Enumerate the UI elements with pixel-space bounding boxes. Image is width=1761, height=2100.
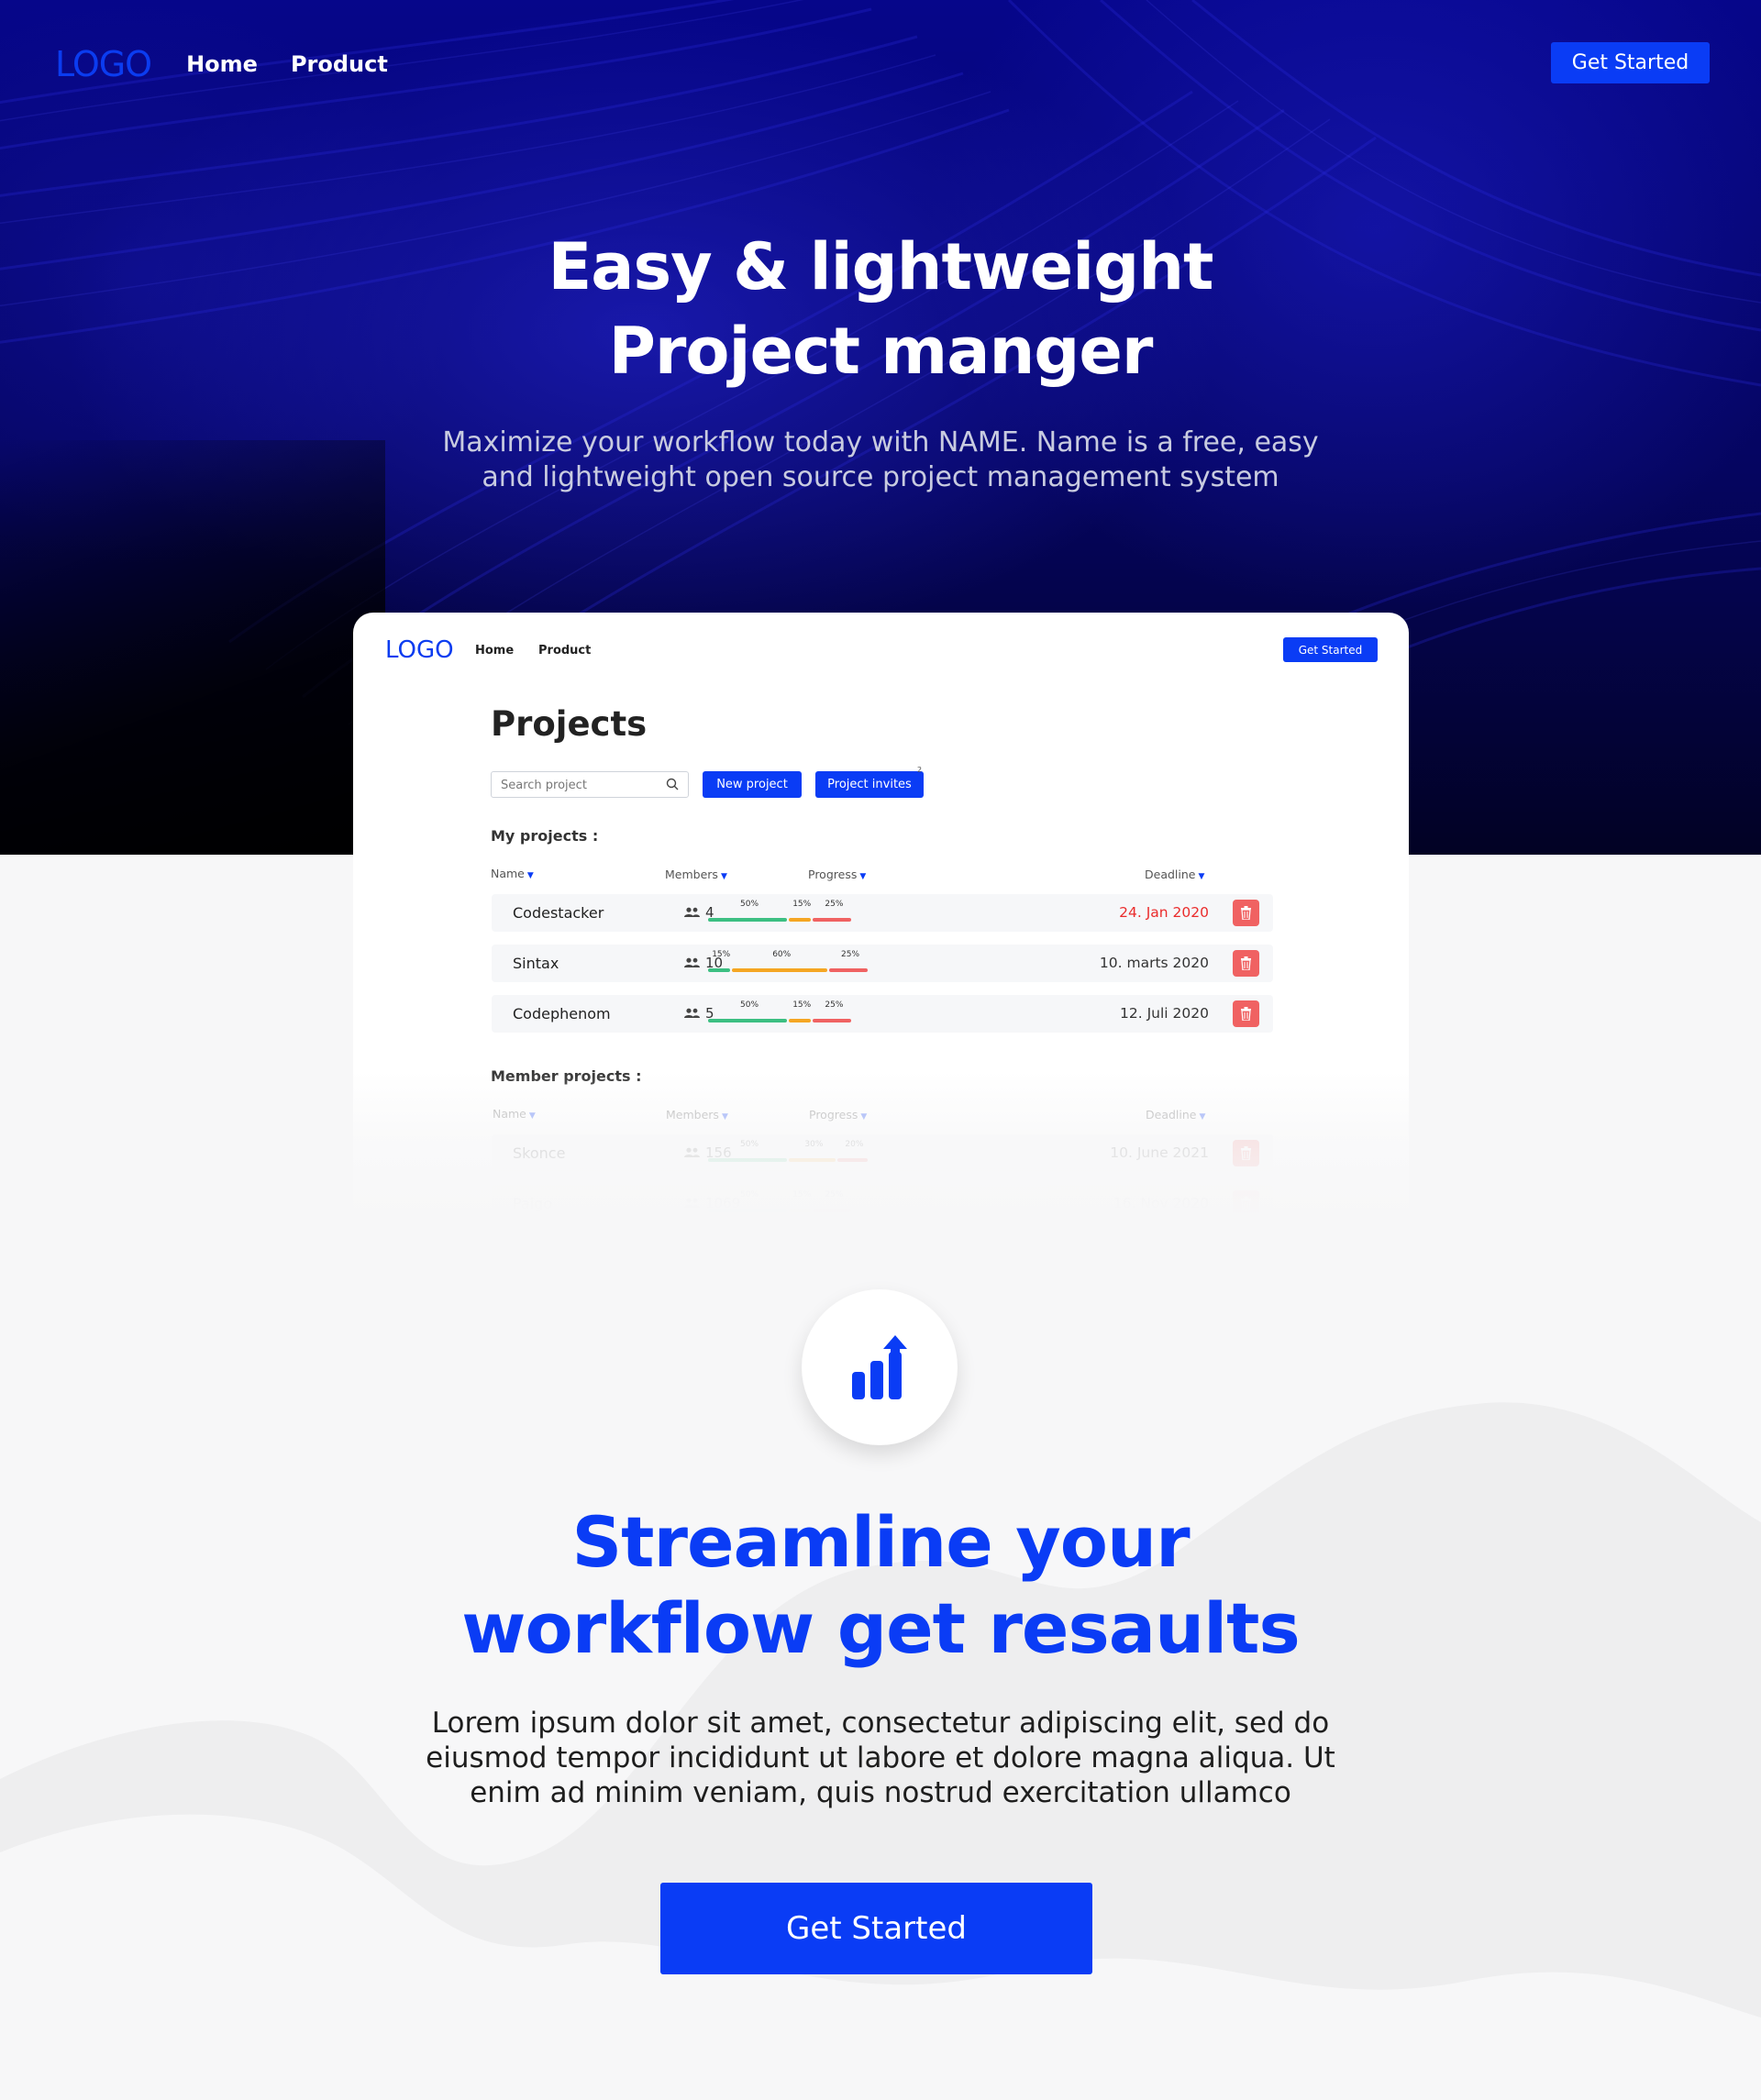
hero-shadow <box>0 440 385 855</box>
project-row[interactable]: Sintax 10 15% 60% 25% 10. marts 2020 <box>492 945 1273 982</box>
progress-segment <box>708 918 787 922</box>
hero-subtitle-line2: and lightweight open source project mana… <box>482 461 1279 493</box>
project-name: Codephenom <box>513 1005 611 1022</box>
search-project-input[interactable]: Search project <box>491 771 689 798</box>
project-row[interactable]: Codephenom 5 50% 15% 25% 12. Juli 2020 <box>492 995 1273 1033</box>
hero-title-line2: Project manger <box>608 314 1154 389</box>
new-project-button[interactable]: New project <box>703 771 802 798</box>
feature-body-line3: enim ad minim veniam, quis nostrud exerc… <box>470 1776 1291 1809</box>
trash-icon <box>1241 956 1251 970</box>
column-header-name[interactable]: Name ▼ <box>491 867 534 880</box>
project-name: Codestacker <box>513 904 604 922</box>
mockup-nav-product[interactable]: Product <box>538 644 591 658</box>
delete-project-button[interactable] <box>1233 1000 1259 1027</box>
hero-subtitle: Maximize your workflow today with NAME. … <box>422 426 1339 495</box>
get-started-button-main[interactable]: Get Started <box>660 1883 1092 1974</box>
app-mockup: LOGO Home Product Get Started Projects S… <box>353 613 1409 1218</box>
hero-title: Easy & lightweight Project manger <box>0 225 1761 393</box>
column-header-members[interactable]: Members ▼ <box>665 868 727 881</box>
get-started-button-header[interactable]: Get Started <box>1551 42 1710 83</box>
mockup-get-started-button[interactable]: Get Started <box>1283 637 1378 662</box>
progress-segment <box>813 918 852 922</box>
feature-body: Lorem ipsum dolor sit amet, consectetur … <box>422 1706 1339 1810</box>
project-deadline: 12. Juli 2020 <box>1120 1005 1209 1022</box>
search-icon <box>666 778 679 790</box>
project-name: Sintax <box>513 955 559 972</box>
feature-icon-circle <box>802 1289 958 1445</box>
feature-title: Streamline your workflow get resaults <box>0 1499 1761 1672</box>
mockup-fade <box>353 1071 1409 1218</box>
progress-label: 25% <box>825 900 844 909</box>
feature-title-line1: Streamline your <box>571 1501 1190 1583</box>
delete-project-button[interactable] <box>1233 900 1259 926</box>
top-nav: LOGO Home Product <box>55 42 388 86</box>
sort-arrow-icon: ▼ <box>1198 872 1205 881</box>
progress-label: 15% <box>712 950 731 959</box>
sort-arrow-icon: ▼ <box>720 872 727 881</box>
progress-label: 25% <box>841 950 860 959</box>
progress-segment <box>789 1019 812 1022</box>
progress-label: 15% <box>792 900 812 909</box>
column-header-deadline[interactable]: Deadline ▼ <box>1145 868 1204 881</box>
progress-label: 15% <box>792 1000 812 1010</box>
progress-label: 50% <box>740 900 759 909</box>
hero-title-line1: Easy & lightweight <box>548 229 1213 304</box>
sort-arrow-icon: ▼ <box>859 872 867 881</box>
nav-link-product[interactable]: Product <box>291 51 388 77</box>
mockup-logo[interactable]: LOGO <box>385 636 454 664</box>
members-icon <box>684 1008 700 1018</box>
sort-arrow-icon: ▼ <box>526 871 534 880</box>
delete-project-button[interactable] <box>1233 950 1259 977</box>
project-row[interactable]: Codestacker 4 50% 15% 25% 24. Jan 2020 <box>492 894 1273 932</box>
progress-segment <box>813 1019 852 1022</box>
progress-segment <box>829 968 868 972</box>
bar-chart-growth-icon <box>852 1335 907 1399</box>
search-placeholder: Search project <box>501 779 587 792</box>
invites-count-badge: 2 <box>917 766 923 774</box>
progress-label: 25% <box>825 1000 844 1010</box>
progress-label: 60% <box>772 950 792 959</box>
trash-icon <box>1241 906 1251 920</box>
column-header-progress[interactable]: Progress ▼ <box>808 868 866 881</box>
trash-icon <box>1241 1007 1251 1021</box>
mockup-nav-home[interactable]: Home <box>475 644 514 658</box>
my-projects-label: My projects : <box>491 827 599 845</box>
members-icon <box>684 907 700 917</box>
progress-segment <box>708 1019 787 1022</box>
feature-title-line2: workflow get resaults <box>461 1587 1300 1669</box>
hero-subtitle-line1: Maximize your workflow today with NAME. … <box>442 426 1319 459</box>
logo[interactable]: LOGO <box>55 44 152 84</box>
progress-segment <box>732 968 827 972</box>
feature-body-line2: eiusmod tempor incididunt ut labore et d… <box>426 1741 1335 1774</box>
feature-body-line1: Lorem ipsum dolor sit amet, consectetur … <box>431 1707 1330 1740</box>
members-icon <box>684 957 700 967</box>
progress-segment <box>789 918 812 922</box>
project-invites-button[interactable]: Project invites <box>815 771 924 798</box>
nav-link-home[interactable]: Home <box>186 51 258 77</box>
progress-segment <box>708 968 731 972</box>
project-deadline: 10. marts 2020 <box>1099 955 1209 971</box>
project-deadline: 24. Jan 2020 <box>1119 904 1209 921</box>
progress-label: 50% <box>740 1000 759 1010</box>
projects-title: Projects <box>491 704 648 744</box>
